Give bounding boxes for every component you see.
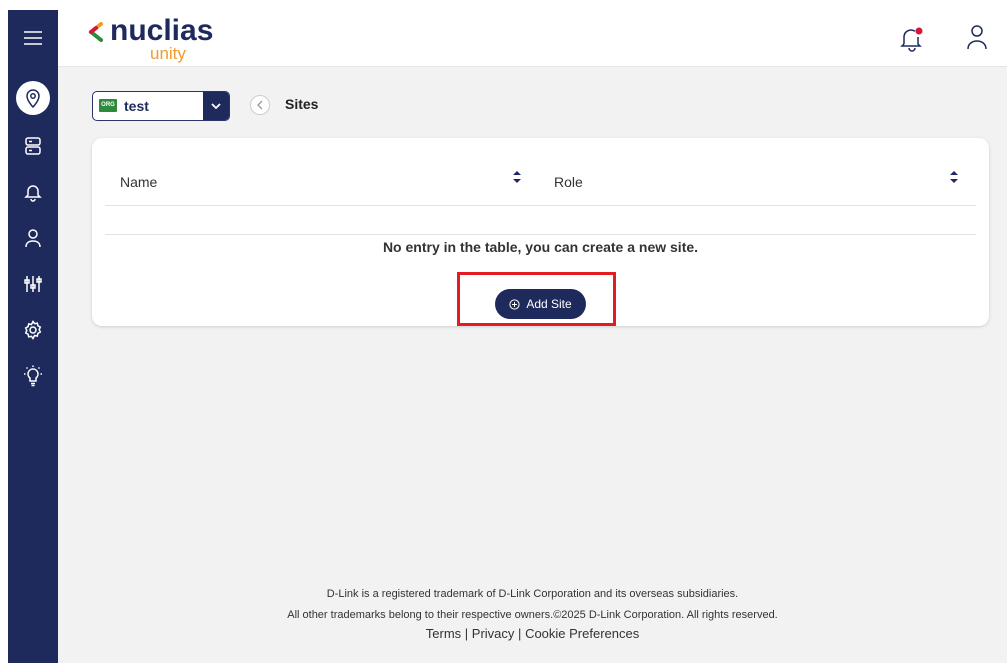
- account-button[interactable]: [966, 24, 988, 55]
- location-icon: [16, 81, 50, 115]
- user-icon: [967, 25, 987, 50]
- alerts-icon: [24, 185, 42, 202]
- footer-separator: |: [518, 626, 522, 641]
- sidebar-item-users[interactable]: [8, 218, 58, 258]
- privacy-link[interactable]: Privacy: [472, 626, 515, 641]
- sort-icon[interactable]: [512, 169, 522, 185]
- gear-icon: [24, 320, 42, 340]
- user-icon: [25, 229, 41, 248]
- org-dropdown-button[interactable]: [203, 92, 229, 120]
- sidebar-item-settings[interactable]: [8, 310, 58, 350]
- menu-icon[interactable]: [8, 18, 58, 58]
- org-badge: ORG: [99, 99, 117, 112]
- settings-sliders-icon: [24, 276, 42, 292]
- footer-copyright: All other trademarks belong to their res…: [287, 609, 778, 621]
- column-header-role[interactable]: Role: [554, 174, 583, 190]
- highlight-box: [457, 272, 616, 326]
- footer-separator: |: [464, 626, 469, 641]
- brand-name: nuclias: [110, 14, 214, 47]
- column-header-name[interactable]: Name: [120, 174, 157, 190]
- empty-table-message: No entry in the table, you can create a …: [382, 239, 699, 255]
- sidebar-item-tips[interactable]: [8, 356, 58, 396]
- lightbulb-icon: [24, 365, 42, 387]
- chevron-down-icon: [211, 102, 221, 109]
- sidebar-item-configure[interactable]: [8, 264, 58, 304]
- page-title: Sites: [285, 96, 319, 112]
- notifications-button[interactable]: [900, 26, 924, 57]
- sort-icon[interactable]: [949, 169, 959, 185]
- main-content: ORG test Sites Name Role No entry in the…: [58, 67, 1007, 663]
- divider: [105, 205, 976, 206]
- devices-icon: [25, 137, 41, 155]
- sidebar-item-alerts[interactable]: [8, 172, 58, 212]
- top-bar: nuclias unity: [58, 10, 1007, 67]
- bell-icon: [900, 27, 923, 52]
- terms-link[interactable]: Terms: [426, 626, 461, 641]
- back-button[interactable]: [250, 95, 270, 115]
- cookie-preferences-link[interactable]: Cookie Preferences: [525, 626, 639, 641]
- footer-links: Terms | Privacy | Cookie Preferences: [58, 626, 1007, 641]
- org-name: test: [124, 98, 149, 114]
- org-selector[interactable]: ORG test: [92, 91, 230, 121]
- app-window: nuclias unity ORG test Sites Name Role N…: [0, 0, 1007, 663]
- sidebar: [8, 10, 58, 663]
- footer-trademark: D-Link is a registered trademark of D-Li…: [326, 588, 739, 600]
- sidebar-item-sites[interactable]: [8, 78, 58, 118]
- divider: [105, 234, 976, 235]
- brand-sub: unity: [150, 44, 186, 63]
- logo-mark-icon: [89, 22, 103, 42]
- sidebar-item-devices[interactable]: [8, 126, 58, 166]
- chevron-left-icon: [257, 100, 263, 110]
